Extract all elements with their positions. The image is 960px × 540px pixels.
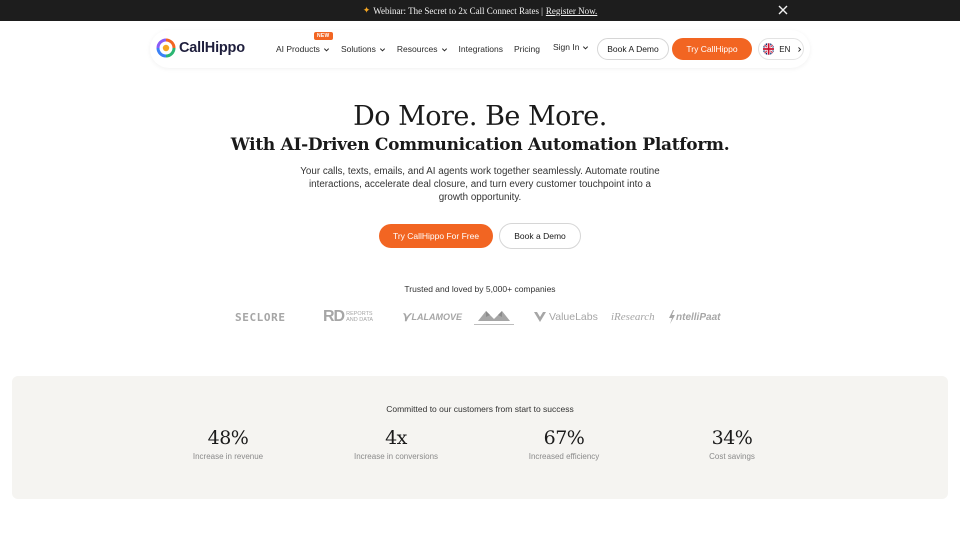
lalamove-text: LALAMOVE: [411, 312, 463, 322]
brand-logo[interactable]: CallHippo: [156, 38, 245, 58]
announcement-banner: ✦ Webinar: The Secret to 2x Call Connect…: [0, 0, 960, 21]
valuelabs-text: ValueLabs: [549, 311, 598, 323]
seclore-logo: SECLORE: [235, 310, 286, 324]
nav-item-solutions[interactable]: Solutions: [341, 44, 386, 54]
m-logo-wordmark: [474, 323, 514, 325]
book-a-demo-button[interactable]: Book a Demo: [499, 223, 581, 249]
m-mountain-icon: [478, 310, 510, 321]
stats-panel: Committed to our customers from start to…: [12, 376, 948, 499]
trusted-by-text: Trusted and loved by 5,000+ companies: [404, 284, 556, 294]
sign-in-label: Sign In: [553, 42, 580, 52]
nav-item-ai-products[interactable]: AI Products NEW: [276, 32, 333, 54]
reports-and-data-logo: RD REPORTS AND DATA: [323, 306, 373, 328]
lalamove-mark-icon: ⋎: [401, 309, 411, 324]
nav-item-label: Pricing: [513, 44, 540, 54]
main-navbar: CallHippo AI Products NEW Solutions Reso…: [150, 30, 810, 68]
rd-logo-mark: RD: [323, 308, 345, 325]
hero-subtitle: With AI-Driven Communication Automation …: [230, 135, 730, 155]
stat-label: Increase in revenue: [192, 452, 264, 461]
try-callhippo-button[interactable]: Try CallHippo: [672, 38, 752, 60]
stat-label: Increase in conversions: [353, 452, 439, 461]
sign-in-button[interactable]: Sign In: [553, 42, 589, 52]
brand-name: CallHippo: [179, 40, 245, 56]
stat-revenue: 48% Increase in revenue: [138, 427, 318, 461]
stat-efficiency: 67% Increased efficiency: [474, 427, 654, 461]
valuelabs-mark-icon: [534, 312, 546, 322]
stat-conversions: 4x Increase in conversions: [306, 427, 486, 461]
banner-register-link[interactable]: Register Now.: [546, 6, 597, 16]
banner-text: Webinar: The Secret to 2x Call Connect R…: [373, 5, 540, 16]
chevron-down-icon: [323, 47, 329, 51]
banner-separator: |: [541, 5, 543, 16]
new-badge: NEW: [314, 32, 333, 40]
language-label: EN: [779, 44, 791, 54]
m-logo: [472, 306, 516, 328]
stat-label: Increased efficiency: [528, 452, 600, 461]
intellipaat-mark-icon: [669, 310, 675, 324]
stat-cost-savings: 34% Cost savings: [642, 427, 822, 461]
try-for-free-button[interactable]: Try CallHippo For Free: [379, 224, 493, 248]
nav-item-label: AI Products: [276, 44, 320, 54]
chevron-down-icon: [441, 47, 447, 51]
stats-caption: Committed to our customers from start to…: [386, 404, 574, 414]
stat-value: 67%: [543, 427, 585, 449]
lalamove-logo: ⋎ LALAMOVE: [401, 306, 462, 328]
rd-logo-text: REPORTS AND DATA: [346, 311, 373, 323]
callhippo-logo-icon: [156, 38, 176, 58]
nav-item-pricing[interactable]: Pricing: [514, 44, 540, 54]
nav-item-label: Resources: [396, 44, 438, 54]
book-demo-button[interactable]: Book A Demo: [597, 38, 669, 60]
valuelabs-logo: ValueLabs: [533, 306, 598, 328]
customer-logos: SECLORE RD REPORTS AND DATA ⋎ LALAMOVE V…: [235, 306, 727, 328]
intellipaat-logo: ntelliPaat: [668, 306, 720, 328]
uk-flag-icon: [763, 43, 775, 55]
close-icon[interactable]: [776, 3, 790, 17]
chevron-down-icon: [583, 45, 589, 49]
language-selector[interactable]: EN: [758, 38, 804, 60]
nav-menu: AI Products NEW Solutions Resources Inte…: [276, 30, 551, 68]
hero-description: Your calls, texts, emails, and AI agents…: [300, 166, 660, 203]
nav-item-resources[interactable]: Resources: [397, 44, 448, 54]
nav-item-integrations[interactable]: Integrations: [459, 44, 503, 54]
stat-label: Cost savings: [709, 452, 755, 461]
stat-value: 48%: [207, 427, 249, 449]
stat-value: 4x: [385, 427, 407, 449]
chevron-right-icon: [798, 46, 802, 52]
stat-value: 34%: [711, 427, 753, 449]
nav-item-label: Solutions: [340, 44, 376, 54]
chevron-down-icon: [379, 47, 385, 51]
nav-item-label: Integrations: [458, 44, 503, 54]
sparkle-icon: ✦: [362, 5, 371, 15]
intellipaat-text: ntelliPaat: [676, 311, 721, 323]
iresearch-logo: iResearch: [611, 311, 655, 323]
hero-title: Do More. Be More.: [353, 101, 607, 132]
rd-logo-line2: AND DATA: [346, 317, 374, 323]
